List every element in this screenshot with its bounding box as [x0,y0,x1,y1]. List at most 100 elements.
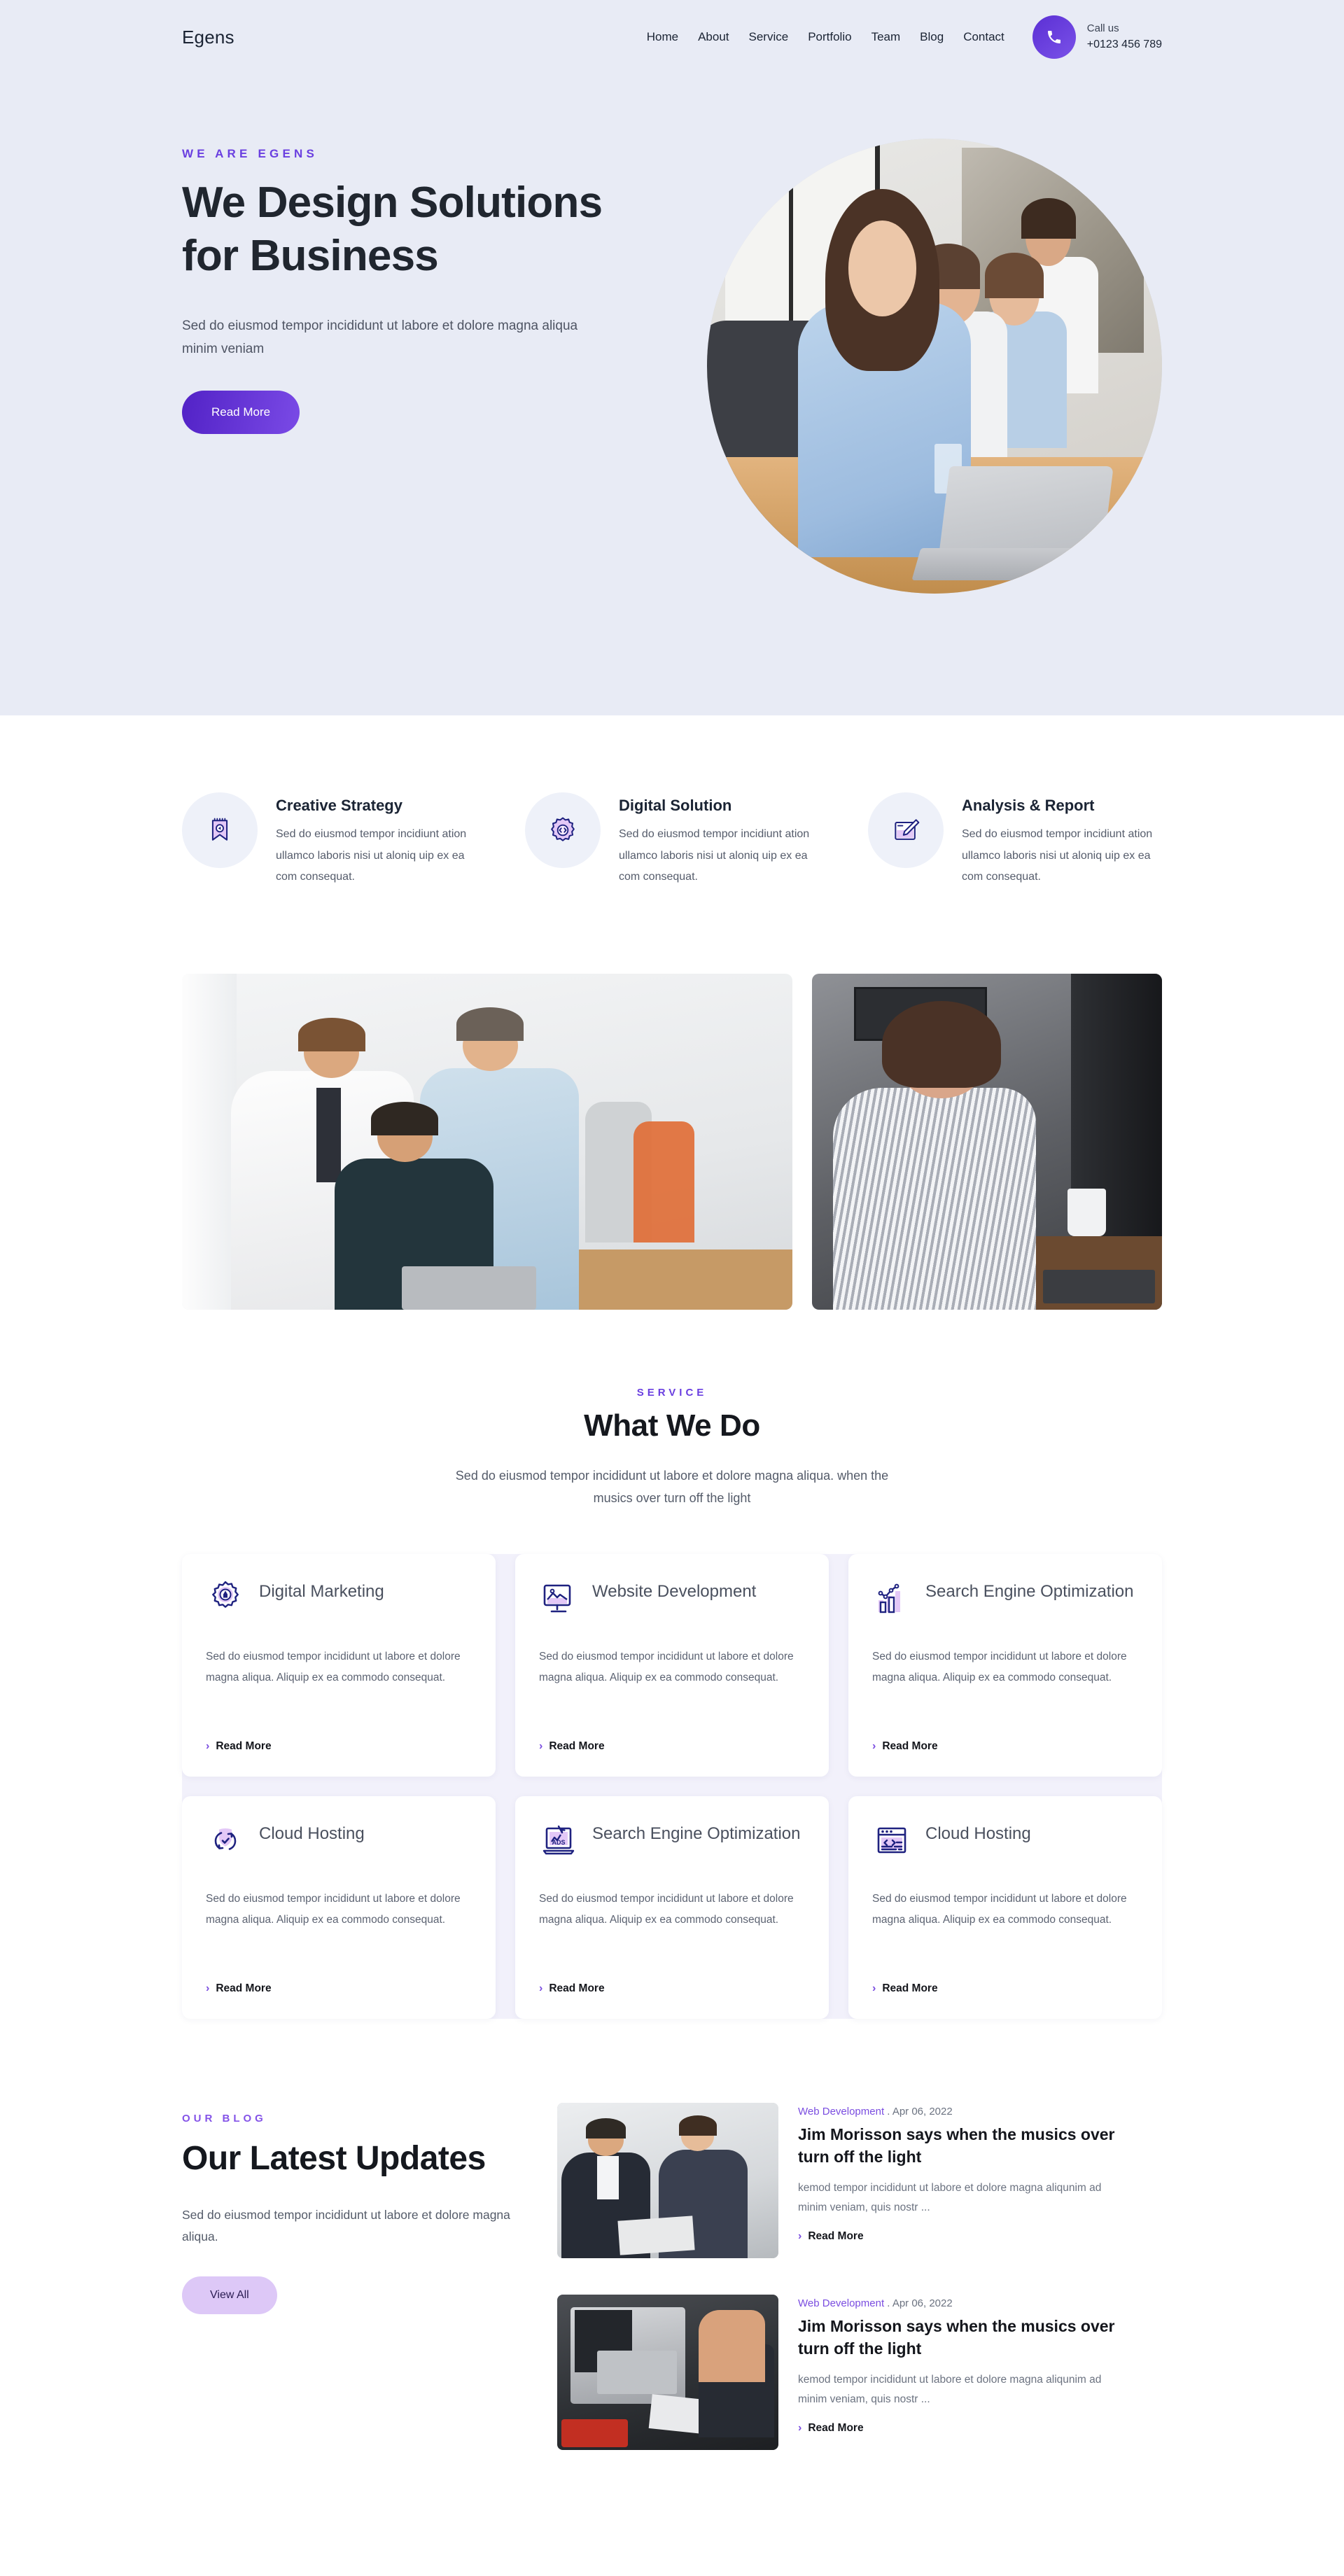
blog-post-excerpt: kemod tempor incididunt ut labore et dol… [798,2373,1102,2405]
service-card-digital-marketing[interactable]: Digital Marketing Sed do eiusmod tempor … [182,1554,496,1777]
service-card-cloud-hosting-shield[interactable]: Cloud Hosting Sed do eiusmod tempor inci… [182,1796,496,2019]
service-read-more-link[interactable]: › Read More [539,1982,805,1995]
service-card-header: Cloud Hosting [206,1821,472,1861]
feature-text: Creative Strategy Sed do eiusmod tempor … [276,792,476,888]
feature-desc: Sed do eiusmod tempor incidiunt ation ul… [619,828,810,883]
svg-text:ADS: ADS [552,1839,565,1846]
blog-post-thumbnail [557,2295,778,2451]
landing-page: Egens Home About Service Portfolio Team … [0,0,1344,2534]
service-card-title: Cloud Hosting [925,1824,1031,1844]
service-card-header: ADS Search Engine Optimization [539,1821,805,1861]
blog-eyebrow: OUR BLOG [182,2113,267,2125]
feature-card-analysis-report: Analysis & Report Sed do eiusmod tempor … [868,792,1162,888]
phone-icon[interactable] [1032,15,1076,59]
nav-item-about[interactable]: About [698,30,729,44]
blog-post-category[interactable]: Web Development [798,2106,884,2118]
service-card-title: Search Engine Optimization [925,1582,1134,1602]
feature-title: Digital Solution [619,797,732,814]
read-more-label: Read More [808,2422,864,2435]
hero-headline: We Design Solutions for Business [182,178,603,281]
service-card-website-development[interactable]: Website Development Sed do eiusmod tempo… [515,1554,829,1777]
blog-post-category[interactable]: Web Development [798,2297,884,2309]
gallery-section [0,933,1344,1387]
service-read-more-link[interactable]: › Read More [872,1982,1138,1995]
chevron-right-icon: › [206,1982,210,1995]
hero-text-column: WE ARE EGENS We Design Solutions for Bus… [182,147,630,435]
service-read-more-link[interactable]: › Read More [872,1740,1138,1753]
blog-read-more-link[interactable]: › Read More [798,2422,864,2435]
feature-desc: Sed do eiusmod tempor incidiunt ation ul… [276,828,467,883]
site-header: Egens Home About Service Portfolio Team … [182,0,1162,69]
read-more-label: Read More [808,2230,864,2243]
ribbon-megaphone-icon [182,792,258,868]
service-read-more-link[interactable]: › Read More [206,1740,472,1753]
service-read-more-link[interactable]: › Read More [539,1740,805,1753]
call-text-block: Call us +0123 456 789 [1087,20,1162,54]
service-card-desc: Sed do eiusmod tempor incididunt ut labo… [206,1651,461,1684]
service-card-seo-ads[interactable]: ADS Search Engine Optimization Sed do ei… [515,1796,829,2019]
gallery-image-team [182,974,792,1310]
nav-item-team[interactable]: Team [872,30,901,44]
blog-intro-column: OUR BLOG Our Latest Updates Sed do eiusm… [182,2103,511,2314]
blog-post-title[interactable]: Jim Morisson says when the musics over t… [798,2316,1127,2360]
call-us-number[interactable]: +0123 456 789 [1087,36,1162,54]
nav-item-portfolio[interactable]: Portfolio [808,30,851,44]
hero-read-more-button[interactable]: Read More [182,391,300,435]
call-us-label: Call us [1086,22,1119,34]
blog-view-all-button[interactable]: View All [182,2276,277,2314]
blog-post-date: Apr 06, 2022 [892,2106,953,2118]
blog-post-item[interactable]: Web Development . Apr 06, 2022 Jim Moris… [557,2103,1162,2259]
features-section: Creative Strategy Sed do eiusmod tempor … [0,715,1344,934]
service-card-title: Website Development [592,1582,757,1602]
service-card-seo-chart[interactable]: Search Engine Optimization Sed do eiusmo… [848,1554,1162,1777]
read-more-label: Read More [549,1982,605,1995]
hero-eyebrow: WE ARE EGENS [182,147,318,160]
chevron-right-icon: › [206,1740,210,1753]
monitor-image-icon [539,1579,578,1618]
feature-title: Analysis & Report [962,797,1095,814]
hero-content: WE ARE EGENS We Design Solutions for Bus… [182,69,1162,594]
chevron-right-icon: › [798,2230,802,2243]
blog-section: OUR BLOG Our Latest Updates Sed do eiusm… [0,2103,1344,2534]
browser-code-icon [872,1821,911,1861]
blog-post-title[interactable]: Jim Morisson says when the musics over t… [798,2124,1127,2168]
gear-code-icon [525,792,601,868]
hero-subtitle: Sed do eiusmod tempor incididunt ut labo… [182,318,578,357]
feature-card-creative-strategy: Creative Strategy Sed do eiusmod tempor … [182,792,476,888]
read-more-label: Read More [216,1982,272,1995]
nav-item-service[interactable]: Service [749,30,789,44]
chevron-right-icon: › [539,1982,543,1995]
service-read-more-link[interactable]: › Read More [206,1982,472,1995]
service-section: SERVICE What We Do Sed do eiusmod tempor… [0,1387,1344,2103]
service-card-title: Digital Marketing [259,1582,384,1602]
header-right-group: Home About Service Portfolio Team Blog C… [647,15,1162,59]
blog-read-more-link[interactable]: › Read More [798,2230,864,2243]
service-card-header: Digital Marketing [206,1579,472,1618]
blog-post-separator: . [887,2106,890,2118]
gear-pen-icon [206,1579,245,1618]
hero-section: Egens Home About Service Portfolio Team … [0,0,1344,715]
nav-item-contact[interactable]: Contact [963,30,1004,44]
gallery-image-woman-phone [812,974,1162,1310]
service-heading-block: SERVICE What We Do Sed do eiusmod tempor… [182,1387,1162,1509]
chevron-right-icon: › [539,1740,543,1753]
bar-chart-growth-icon [872,1579,911,1618]
blog-post-item[interactable]: Web Development . Apr 06, 2022 Jim Moris… [557,2295,1162,2451]
blog-post-date: Apr 06, 2022 [892,2297,953,2310]
nav-item-blog[interactable]: Blog [920,30,944,44]
service-card-cloud-hosting-browser[interactable]: Cloud Hosting Sed do eiusmod tempor inci… [848,1796,1162,2019]
call-us-block[interactable]: Call us +0123 456 789 [1032,15,1162,59]
service-card-desc: Sed do eiusmod tempor incididunt ut labo… [206,1893,461,1926]
shield-check-cycle-icon [206,1821,245,1861]
blog-title: Our Latest Updates [182,2140,486,2178]
blog-post-thumbnail [557,2103,778,2259]
blog-post-excerpt: kemod tempor incididunt ut labore et dol… [798,2181,1102,2213]
site-logo[interactable]: Egens [182,27,234,48]
nav-item-home[interactable]: Home [647,30,678,44]
read-more-label: Read More [549,1740,605,1753]
features-grid: Creative Strategy Sed do eiusmod tempor … [182,792,1162,888]
chevron-right-icon: › [872,1982,876,1995]
service-card-desc: Sed do eiusmod tempor incididunt ut labo… [539,1651,794,1684]
service-title: What We Do [584,1408,760,1443]
read-more-label: Read More [882,1982,938,1995]
